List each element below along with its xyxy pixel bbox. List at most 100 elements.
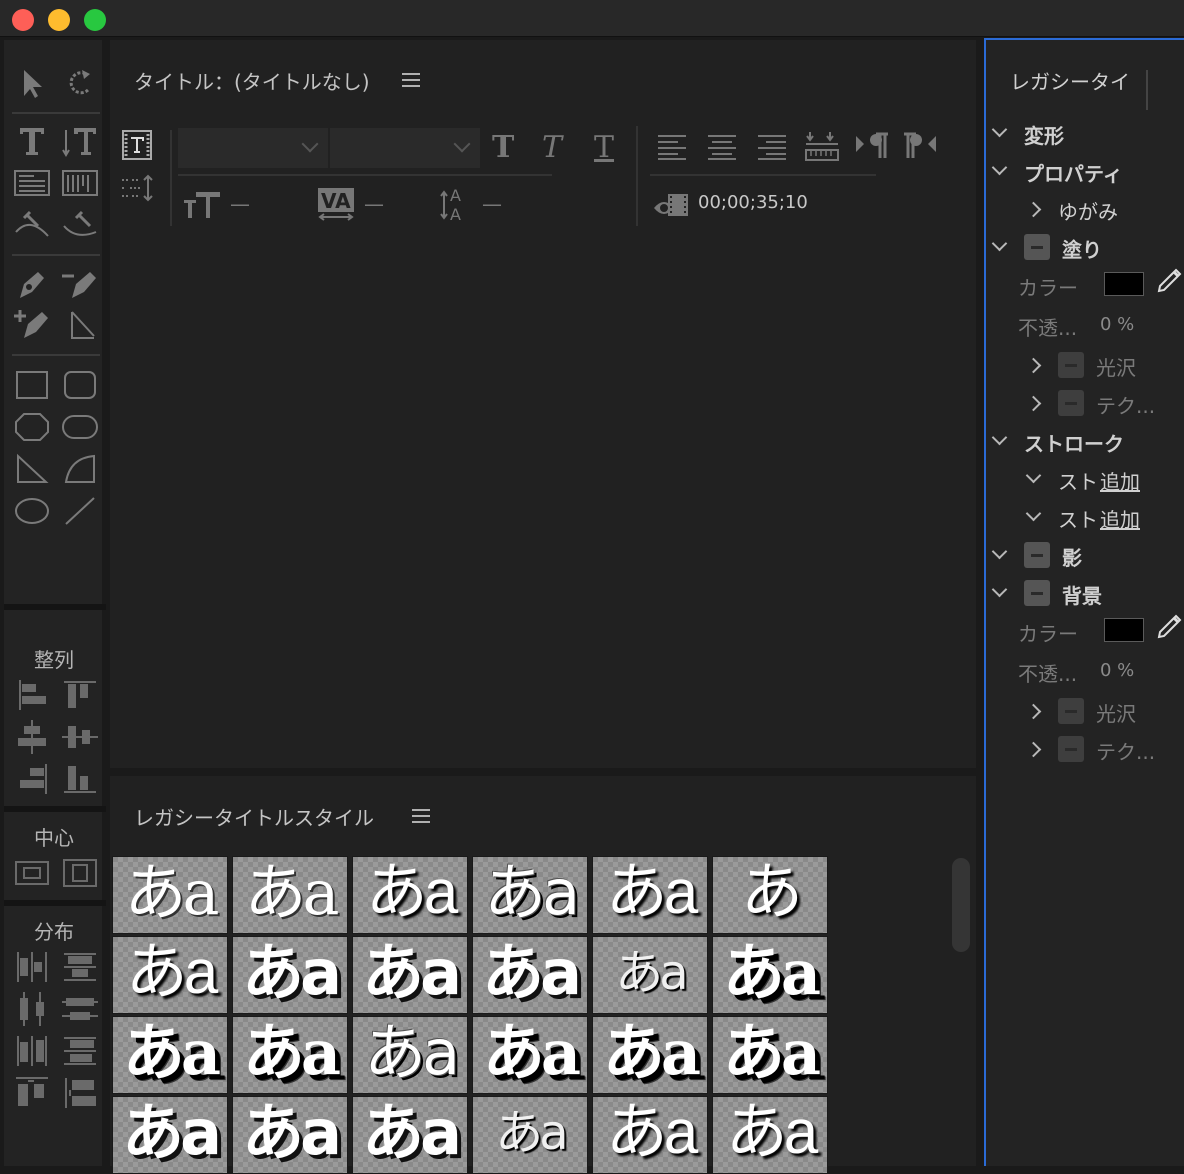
vertical-type-tool-icon[interactable] xyxy=(60,122,100,160)
distribute-top-icon[interactable] xyxy=(60,948,100,986)
wedge-tool-icon[interactable] xyxy=(12,450,52,488)
chevron-down-icon[interactable] xyxy=(991,235,1008,252)
chevron-down-icon[interactable] xyxy=(991,581,1008,598)
distribute-right-icon[interactable] xyxy=(12,1032,52,1070)
close-window-button[interactable] xyxy=(12,9,34,31)
style-swatch[interactable]: あa xyxy=(712,1016,828,1094)
delete-anchor-point-tool-icon[interactable] xyxy=(60,266,100,304)
property-group-row[interactable]: プロパティ xyxy=(986,156,1184,192)
styles-panel-menu-icon[interactable] xyxy=(412,809,430,823)
background-video-toggle-icon[interactable] xyxy=(122,130,152,160)
color-swatch[interactable] xyxy=(1104,618,1144,642)
style-swatch[interactable]: あa xyxy=(232,1096,348,1174)
paragraph-left-icon[interactable] xyxy=(902,130,938,162)
area-type-tool-icon[interactable] xyxy=(12,164,52,202)
chevron-down-icon[interactable] xyxy=(991,429,1008,446)
property-group-row[interactable]: テク... xyxy=(986,734,1184,770)
type-tool-icon[interactable] xyxy=(12,122,52,160)
property-group-row[interactable]: スト 追加 xyxy=(986,502,1184,538)
style-swatch[interactable]: あa xyxy=(112,1096,228,1174)
property-group-row[interactable]: 背景 xyxy=(986,578,1184,614)
style-swatch[interactable]: あa xyxy=(352,1016,468,1094)
align-text-left-icon[interactable] xyxy=(656,130,688,162)
ellipse-tool-icon[interactable] xyxy=(12,492,52,530)
enable-checkbox[interactable] xyxy=(1024,234,1050,260)
style-swatch[interactable]: あa xyxy=(472,936,588,1014)
style-swatch[interactable]: あa xyxy=(592,1096,708,1174)
tab-stops-icon[interactable] xyxy=(120,172,154,204)
style-swatch[interactable]: あa xyxy=(232,936,348,1014)
paragraph-right-icon[interactable] xyxy=(854,130,890,162)
chevron-down-icon[interactable] xyxy=(1025,467,1042,484)
property-group-row[interactable]: スト 追加 xyxy=(986,464,1184,500)
selection-tool-icon[interactable] xyxy=(12,64,52,102)
property-group-row[interactable]: 変形 xyxy=(986,118,1184,154)
clipped-corner-rectangle-tool-icon[interactable] xyxy=(12,408,52,446)
property-group-row[interactable]: ストローク xyxy=(986,426,1184,462)
property-group-row[interactable]: 光沢 xyxy=(986,350,1184,386)
minimize-window-button[interactable] xyxy=(48,9,70,31)
enable-checkbox[interactable] xyxy=(1058,390,1084,416)
chevron-right-icon[interactable] xyxy=(1025,703,1042,720)
style-swatch[interactable]: あa xyxy=(112,1016,228,1094)
style-swatch[interactable]: あa xyxy=(472,1096,588,1174)
style-swatch[interactable]: あa xyxy=(472,856,588,934)
style-swatch[interactable]: あa xyxy=(232,856,348,934)
align-top-icon[interactable] xyxy=(60,676,100,714)
chevron-down-icon[interactable] xyxy=(991,121,1008,138)
align-vertical-center-icon[interactable] xyxy=(60,718,100,756)
style-swatch[interactable]: あa xyxy=(472,1016,588,1094)
add-stroke-link[interactable]: 追加 xyxy=(1100,504,1140,533)
style-swatch[interactable]: あa xyxy=(592,936,708,1014)
color-property-row[interactable]: カラー xyxy=(986,614,1184,652)
line-tool-icon[interactable] xyxy=(60,492,100,530)
color-swatch[interactable] xyxy=(1104,272,1144,296)
distribute-horizontal-center-icon[interactable] xyxy=(12,990,52,1028)
chevron-down-icon[interactable] xyxy=(1025,505,1042,522)
align-text-center-icon[interactable] xyxy=(706,130,738,162)
pen-tool-icon[interactable] xyxy=(12,266,52,304)
property-group-row[interactable]: 光沢 xyxy=(986,696,1184,732)
align-right-icon[interactable] xyxy=(12,760,52,798)
align-bottom-icon[interactable] xyxy=(60,760,100,798)
timecode-display[interactable]: 00;00;35;10 xyxy=(698,192,808,213)
zoom-window-button[interactable] xyxy=(84,9,106,31)
style-swatch[interactable]: あa xyxy=(112,856,228,934)
text-baseline-icon[interactable] xyxy=(804,128,840,164)
show-video-icon[interactable] xyxy=(652,190,690,220)
style-swatch[interactable]: あa xyxy=(712,936,828,1014)
style-swatch[interactable]: あa xyxy=(592,1016,708,1094)
style-swatch[interactable]: あa xyxy=(712,1096,828,1174)
bold-icon[interactable]: T xyxy=(492,130,522,165)
kerning-value[interactable]: — xyxy=(364,192,384,216)
color-property-row[interactable]: カラー xyxy=(986,268,1184,306)
rotation-tool-icon[interactable] xyxy=(60,64,100,102)
convert-anchor-point-tool-icon[interactable] xyxy=(60,306,100,344)
opacity-value[interactable]: 0 % xyxy=(1100,660,1134,681)
chevron-down-icon[interactable] xyxy=(991,159,1008,176)
rounded-rectangle-tool-icon[interactable] xyxy=(60,408,100,446)
font-size-value[interactable]: — xyxy=(230,192,250,216)
vertical-area-type-tool-icon[interactable] xyxy=(60,164,100,202)
chevron-right-icon[interactable] xyxy=(1025,395,1042,412)
distribute-vertical-center-icon[interactable] xyxy=(60,990,100,1028)
align-horizontal-center-icon[interactable] xyxy=(12,718,52,756)
distribute-left-icon[interactable] xyxy=(12,948,52,986)
font-style-dropdown[interactable] xyxy=(330,128,480,168)
property-group-row[interactable]: テク... xyxy=(986,388,1184,424)
style-swatch[interactable]: あa xyxy=(352,1096,468,1174)
eyedropper-icon[interactable] xyxy=(1154,266,1184,296)
add-anchor-point-tool-icon[interactable] xyxy=(12,306,52,344)
distribute-bottom-icon[interactable] xyxy=(60,1032,100,1070)
opacity-property-row[interactable]: 不透... 0 % xyxy=(986,656,1184,692)
style-swatch[interactable]: あa xyxy=(232,1016,348,1094)
enable-checkbox[interactable] xyxy=(1024,542,1050,568)
enable-checkbox[interactable] xyxy=(1024,580,1050,606)
enable-checkbox[interactable] xyxy=(1058,698,1084,724)
arc-tool-icon[interactable] xyxy=(60,450,100,488)
style-swatch[interactable]: あ xyxy=(712,856,828,934)
center-vertical-icon[interactable] xyxy=(60,854,100,892)
chevron-right-icon[interactable] xyxy=(1025,357,1042,374)
chevron-down-icon[interactable] xyxy=(991,543,1008,560)
style-swatch[interactable]: あa xyxy=(112,936,228,1014)
